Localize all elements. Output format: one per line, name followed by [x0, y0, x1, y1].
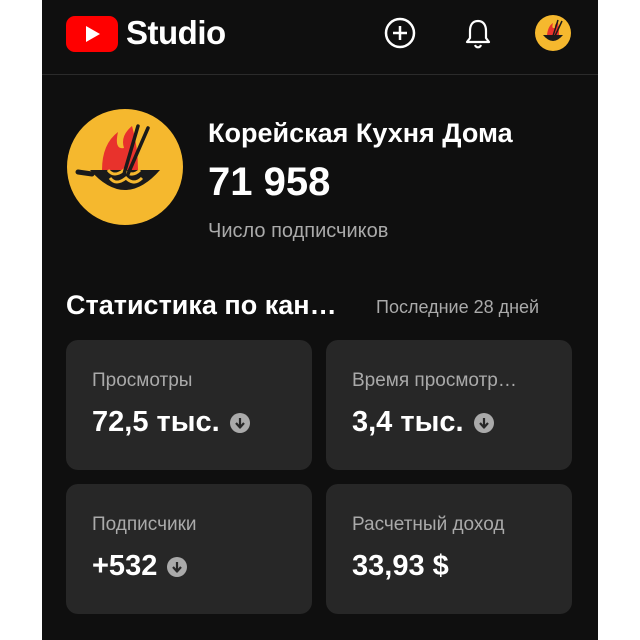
studio-screen: Studio Корейская Кухня Дома 71 958 Число…: [42, 0, 598, 640]
top-app-bar: Studio: [42, 0, 598, 74]
arrow-down-circle-icon: [229, 412, 250, 433]
views-card[interactable]: Просмотры 72,5 тыс.: [66, 340, 312, 470]
subscriber-count: 71 958: [208, 160, 331, 204]
channel-avatar[interactable]: [66, 108, 184, 226]
revenue-card[interactable]: Расчетный доход 33,93 $: [326, 484, 572, 614]
card-value-row: 33,93 $: [352, 550, 449, 583]
channel-analytics-title[interactable]: Статистика по кан…: [66, 290, 337, 321]
card-value: 33,93 $: [352, 550, 449, 582]
bell-icon[interactable]: [460, 15, 496, 51]
youtube-logo-icon[interactable]: [66, 16, 118, 52]
subscribers-card[interactable]: Подписчики +532: [66, 484, 312, 614]
card-label: Время просмотр…: [352, 370, 517, 391]
arrow-down-circle-icon: [167, 556, 188, 577]
app-name: Studio: [126, 14, 226, 51]
card-label: Расчетный доход: [352, 514, 505, 535]
subscriber-count-label: Число подписчиков: [208, 220, 389, 242]
header-divider: [42, 74, 598, 75]
add-circle-icon[interactable]: [382, 15, 418, 51]
card-value-row: +532: [92, 550, 188, 583]
card-value-row: 72,5 тыс.: [92, 406, 250, 439]
card-label: Просмотры: [92, 370, 193, 391]
channel-name: Корейская Кухня Дома: [208, 118, 513, 148]
card-value: 3,4 тыс.: [352, 406, 464, 438]
arrow-down-circle-icon: [473, 412, 494, 433]
card-value-row: 3,4 тыс.: [352, 406, 494, 439]
watch-time-card[interactable]: Время просмотр… 3,4 тыс.: [326, 340, 572, 470]
analytics-period: Последние 28 дней: [376, 297, 540, 317]
avatar[interactable]: [534, 14, 572, 52]
card-value: +532: [92, 550, 158, 582]
card-label: Подписчики: [92, 514, 197, 535]
card-value: 72,5 тыс.: [92, 406, 220, 438]
